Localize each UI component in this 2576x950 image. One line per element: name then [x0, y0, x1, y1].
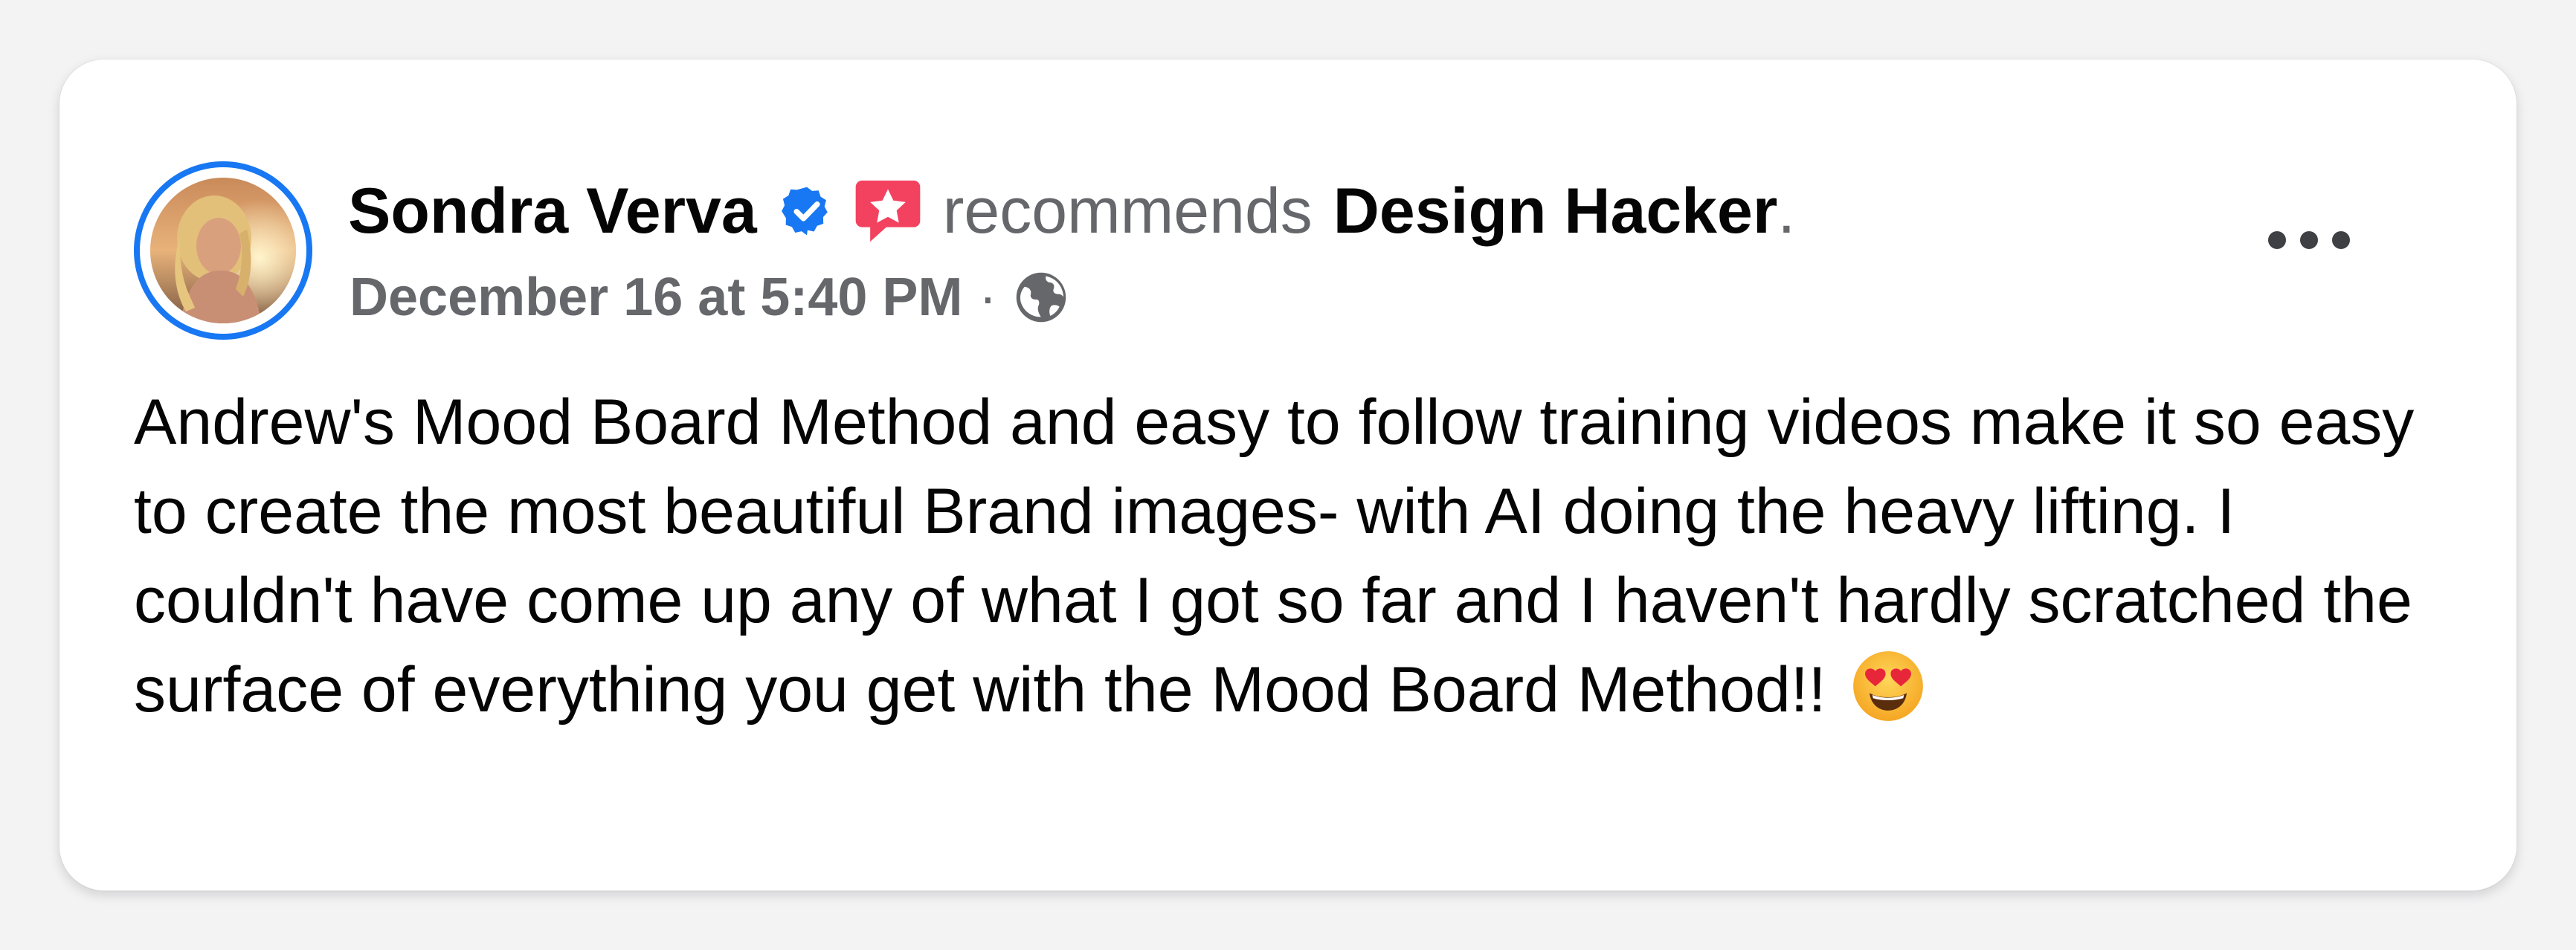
- post-header-line: Sondra Verva recommends Design Hacker .: [348, 167, 1795, 256]
- avatar[interactable]: [150, 178, 296, 323]
- more-dot: [2300, 231, 2318, 249]
- sentence-period: .: [1777, 175, 1796, 247]
- recommends-text: recommends: [942, 175, 1313, 247]
- more-dot: [2332, 231, 2350, 249]
- timestamp-link[interactable]: December 16 at 5:40 PM: [350, 267, 962, 328]
- page-name-link[interactable]: Design Hacker: [1333, 179, 1778, 243]
- post-body: Andrew's Mood Board Method and easy to f…: [134, 378, 2439, 734]
- post-meta: December 16 at 5:40 PM ·: [350, 260, 1069, 335]
- heart-eyes-emoji: [1851, 649, 1925, 723]
- meta-separator: ·: [979, 268, 997, 327]
- verified-badge-icon: [779, 184, 834, 239]
- globe-icon[interactable]: [1013, 269, 1069, 326]
- recommendation-star-icon: [849, 172, 927, 250]
- author-name[interactable]: Sondra Verva: [348, 179, 757, 243]
- more-options-icon[interactable]: [2268, 214, 2350, 266]
- post-body-text: Andrew's Mood Board Method and easy to f…: [134, 387, 2415, 726]
- avatar-story-ring[interactable]: [134, 161, 312, 340]
- more-dot: [2268, 231, 2286, 249]
